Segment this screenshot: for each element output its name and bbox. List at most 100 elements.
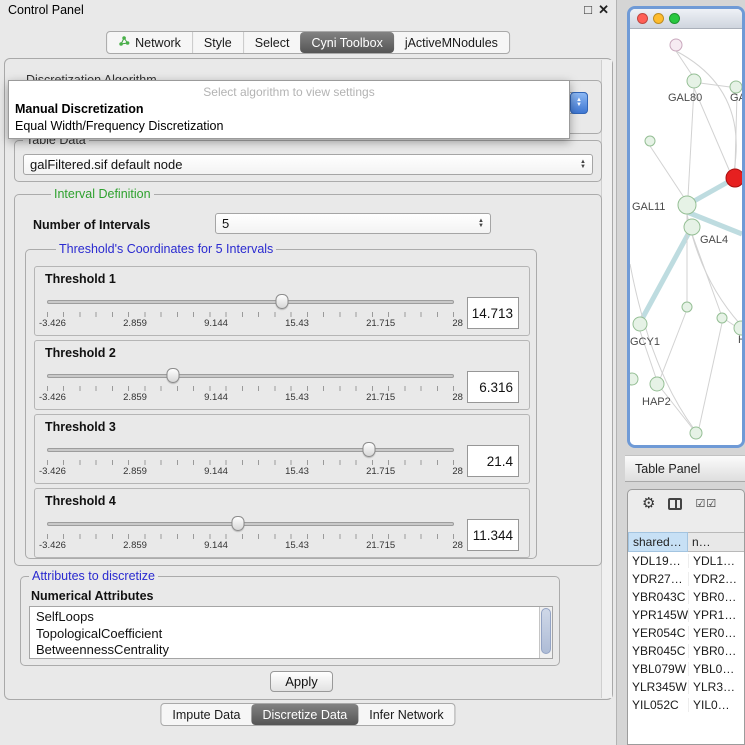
attributes-scrollbar[interactable] <box>539 607 552 658</box>
network-node-hap2[interactable] <box>650 377 664 391</box>
threshold-slider[interactable] <box>47 293 454 310</box>
slider-ticks <box>47 460 454 465</box>
slider-thumb-icon[interactable] <box>232 516 245 531</box>
network-node-h[interactable] <box>734 321 742 335</box>
slider-track[interactable] <box>47 374 454 378</box>
number-of-intervals-label: Number of Intervals <box>33 218 150 232</box>
table-row[interactable]: YBR043CYBR0… <box>628 588 744 606</box>
threshold-slider[interactable] <box>47 367 454 384</box>
table-row[interactable]: YDR27…YDR2… <box>628 570 744 588</box>
scale-label: 2.859 <box>123 466 147 477</box>
interval-definition-group: Interval Definition Number of Intervals … <box>14 194 602 566</box>
slider-thumb-icon[interactable] <box>167 368 180 383</box>
apply-button[interactable]: Apply <box>270 671 333 692</box>
tab-network[interactable]: Network <box>107 32 192 53</box>
column-header-name[interactable]: n… <box>688 532 744 552</box>
combo-down-icon: ▼ <box>576 103 582 108</box>
tab-label: Select <box>255 36 290 50</box>
threshold-value-field[interactable]: 11.344 <box>467 519 519 551</box>
table-row[interactable]: YER054CYER0… <box>628 624 744 642</box>
cell-name: YBL0… <box>688 662 744 676</box>
control-panel-scrollbar[interactable] <box>601 60 612 698</box>
float-window-icon[interactable]: □ <box>584 2 592 17</box>
table-data-combo[interactable]: galFiltered.sif default node ▲ ▼ <box>23 154 593 175</box>
thresholds-group-label: Threshold's Coordinates for 5 Intervals <box>56 242 276 256</box>
cell-name: YPR1… <box>688 608 744 622</box>
close-traffic-light-icon[interactable] <box>637 13 648 24</box>
scale-label: 28 <box>452 318 463 329</box>
cell-name: YLR3… <box>688 680 744 694</box>
tab-select[interactable]: Select <box>243 32 301 53</box>
slider-track[interactable] <box>47 448 454 452</box>
threshold-value-field[interactable]: 14.713 <box>467 297 519 329</box>
number-of-intervals-combo[interactable]: 5 ▲ ▼ <box>215 213 491 234</box>
scale-label: -3.426 <box>39 392 66 403</box>
algorithm-dropdown: Select algorithm to view settings Manual… <box>8 80 570 139</box>
table-row[interactable]: YIL052CYIL0… <box>628 696 744 714</box>
slider-thumb-icon[interactable] <box>275 294 288 309</box>
network-node[interactable] <box>630 373 638 385</box>
zoom-traffic-light-icon[interactable] <box>669 13 680 24</box>
network-node[interactable] <box>682 302 692 312</box>
tab-label: Style <box>204 36 232 50</box>
cell-shared-name: YDR27… <box>628 572 688 586</box>
network-window-titlebar[interactable] <box>630 9 742 29</box>
scale-label: 28 <box>452 540 463 551</box>
node-label: GAL80 <box>668 92 702 104</box>
scale-label: 21.715 <box>366 318 395 329</box>
table-row[interactable]: YLR345WYLR3… <box>628 678 744 696</box>
cell-shared-name: YIL052C <box>628 698 688 712</box>
slider-track[interactable] <box>47 300 454 304</box>
columns-icon[interactable] <box>668 498 682 510</box>
gear-icon[interactable]: ⚙ <box>642 496 655 512</box>
table-row[interactable]: YDL19…YDL1… <box>628 552 744 570</box>
tab-style[interactable]: Style <box>192 32 243 53</box>
tab-infer-network[interactable]: Infer Network <box>358 704 454 725</box>
network-canvas[interactable]: GAL80GAGAL11GAL4GCY1HHAP2 <box>630 29 742 445</box>
slider-ticks <box>47 534 454 539</box>
cell-shared-name: YBR043C <box>628 590 688 604</box>
select-columns-icon[interactable]: ☑☑ <box>695 497 717 510</box>
threshold-value-field[interactable]: 21.4 <box>467 445 519 477</box>
network-node-gal11[interactable] <box>678 196 696 214</box>
network-node[interactable] <box>645 136 655 146</box>
threshold-value-field[interactable]: 6.316 <box>467 371 519 403</box>
network-node-gcy1[interactable] <box>633 317 647 331</box>
attribute-item[interactable]: SelfLoops <box>36 609 538 626</box>
node-label: GCY1 <box>630 336 660 348</box>
network-node-gal80[interactable] <box>687 74 701 88</box>
network-node[interactable] <box>717 313 727 323</box>
tab-cyni-toolbox[interactable]: Cyni Toolbox <box>300 32 393 53</box>
algorithm-option[interactable]: Manual Discretization <box>9 100 569 117</box>
algorithm-placeholder: Select algorithm to view settings <box>9 83 569 100</box>
table-row[interactable]: YPR145WYPR1… <box>628 606 744 624</box>
network-graph[interactable]: GAL80GAGAL11GAL4GCY1HHAP2 <box>630 29 742 445</box>
close-window-icon[interactable]: ✕ <box>598 2 609 18</box>
minimize-traffic-light-icon[interactable] <box>653 13 664 24</box>
network-edge <box>676 51 736 171</box>
slider-thumb-icon[interactable] <box>362 442 375 457</box>
table-row[interactable]: YBL079WYBL0… <box>628 660 744 678</box>
column-header-shared-name[interactable]: shared… <box>628 532 688 552</box>
network-node[interactable] <box>670 39 682 51</box>
threshold-slider[interactable] <box>47 441 454 458</box>
scrollbar-thumb[interactable] <box>541 608 551 654</box>
number-of-intervals-value: 5 <box>222 216 229 231</box>
tab-discretize-data[interactable]: Discretize Data <box>252 704 359 725</box>
network-node[interactable] <box>726 169 742 187</box>
slider-scale: -3.4262.8599.14415.4321.71528 <box>39 392 463 403</box>
tab-impute-data[interactable]: Impute Data <box>161 704 251 725</box>
table-row[interactable]: YBR045CYBR0… <box>628 642 744 660</box>
algorithm-option[interactable]: Equal Width/Frequency Discretization <box>9 117 569 134</box>
tab-jactivemnodules[interactable]: jActiveMNodules <box>394 32 509 53</box>
attributes-list[interactable]: SelfLoopsTopologicalCoefficientBetweenne… <box>29 606 553 659</box>
threshold-slider[interactable] <box>47 515 454 532</box>
slider-track[interactable] <box>47 522 454 526</box>
network-node[interactable] <box>690 427 702 439</box>
algorithm-options: Manual DiscretizationEqual Width/Frequen… <box>9 100 569 134</box>
threshold-label: Threshold 1 <box>45 272 116 286</box>
combo-arrows-icon[interactable]: ▲ ▼ <box>570 92 588 114</box>
network-node-gal4[interactable] <box>684 219 700 235</box>
attribute-item[interactable]: TopologicalCoefficient <box>36 626 538 643</box>
attribute-item[interactable]: BetweennessCentrality <box>36 642 538 659</box>
